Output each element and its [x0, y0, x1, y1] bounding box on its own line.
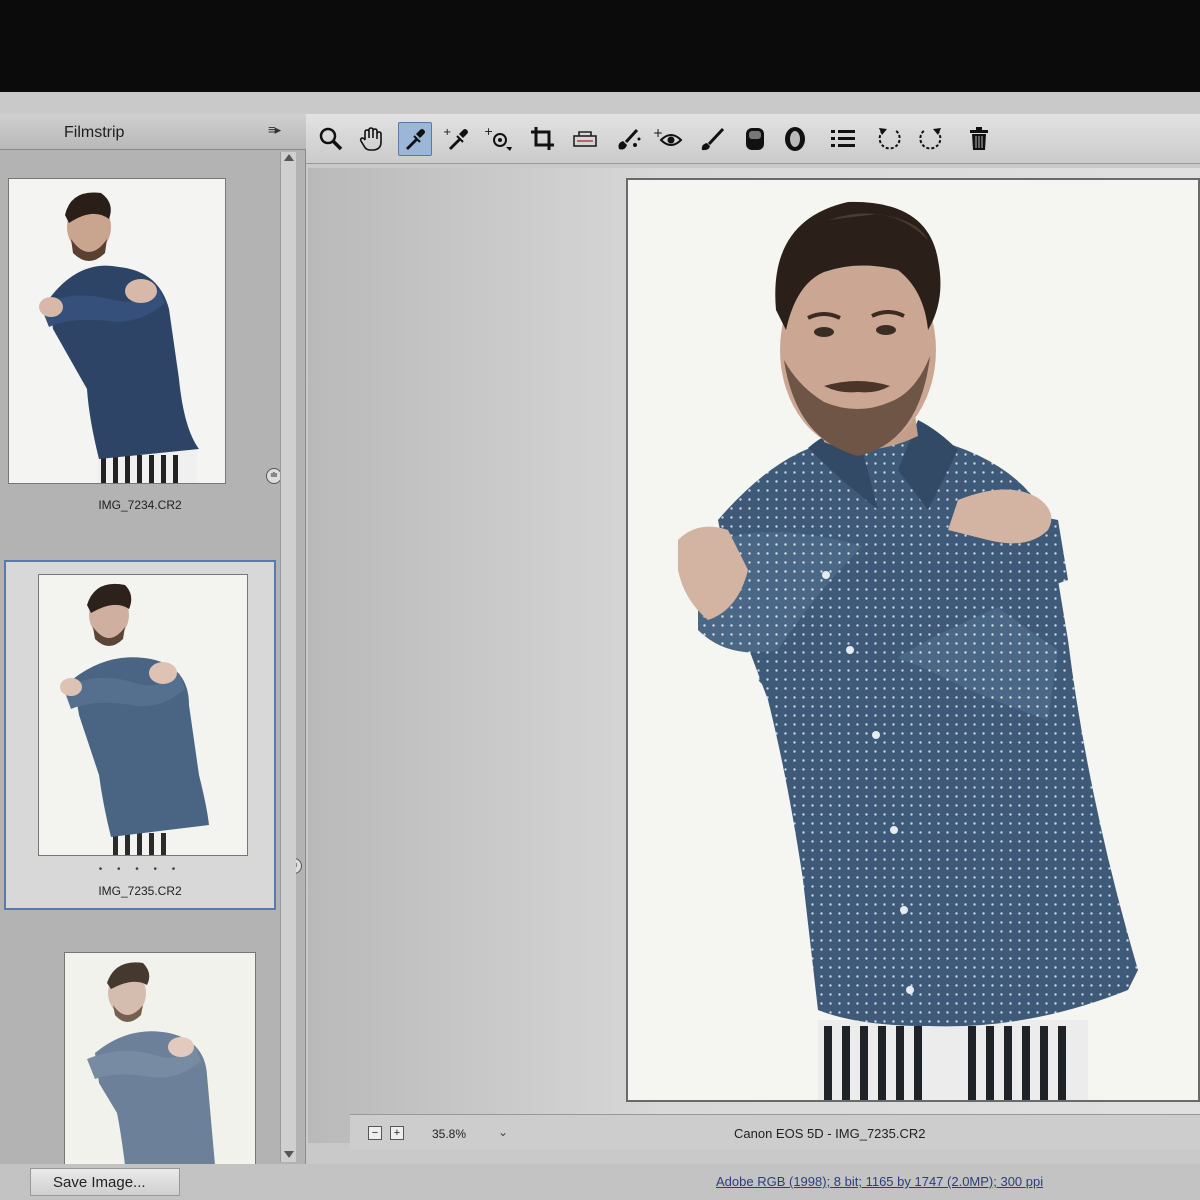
camera-raw-window: Filmstrip ≡▸ ≐ IMG_7234.CR2 • • • • • IM… [0, 92, 1200, 1200]
color-sampler-icon[interactable]: + [440, 122, 474, 156]
crop-icon[interactable] [526, 122, 560, 156]
save-image-button[interactable]: Save Image... [30, 1168, 180, 1196]
targeted-adjustment-icon[interactable]: + [482, 122, 516, 156]
menu-lines-icon[interactable]: ≡▸ [268, 122, 281, 138]
spot-removal-icon[interactable] [612, 122, 646, 156]
filmstrip-item[interactable] [4, 930, 276, 1164]
zoom-icon[interactable] [314, 122, 348, 156]
straighten-icon[interactable] [568, 122, 602, 156]
adjustment-brush-icon[interactable] [696, 122, 730, 156]
rotate-left-icon[interactable] [872, 122, 906, 156]
bottom-bar: Save Image... Adobe RGB (1998); 8 bit; 1… [0, 1164, 1200, 1200]
preview-status-bar: − + 35.8% ⌄ Canon EOS 5D - IMG_7235.CR2 [350, 1114, 1200, 1150]
filmstrip-title: Filmstrip [64, 124, 125, 141]
thumbnail-image [8, 178, 226, 484]
white-balance-icon[interactable] [398, 122, 432, 156]
main-photo [626, 178, 1200, 1102]
red-eye-icon[interactable]: + [652, 122, 686, 156]
zoom-in-button[interactable]: + [390, 1126, 404, 1140]
svg-text:+: + [443, 127, 451, 138]
trash-icon[interactable] [962, 122, 996, 156]
thumbnail-filename: IMG_7235.CR2 [98, 884, 182, 898]
filmstrip-item[interactable]: • • • • • ≐ IMG_7235.CR2 [4, 560, 302, 910]
rating-stars[interactable]: • • • • • [6, 864, 274, 875]
filmstrip-scrollbar[interactable] [280, 152, 296, 1162]
svg-text:+: + [484, 125, 493, 138]
thumbnail-filename: IMG_7234.CR2 [98, 498, 182, 512]
svg-text:+: + [653, 126, 663, 140]
rotate-right-icon[interactable] [914, 122, 948, 156]
filmstrip-panel: Filmstrip ≡▸ ≐ IMG_7234.CR2 • • • • • IM… [0, 114, 306, 1164]
hand-icon[interactable] [354, 122, 388, 156]
preferences-icon[interactable] [826, 122, 860, 156]
tool-bar: + + + [306, 114, 1200, 164]
scroll-down-icon[interactable] [284, 1151, 294, 1158]
scroll-up-icon[interactable] [284, 154, 294, 161]
monitor-bezel [0, 0, 1200, 100]
thumbnail-image [38, 574, 248, 856]
filmstrip-item[interactable]: ≐ IMG_7234.CR2 [4, 158, 282, 518]
chevron-down-icon[interactable]: ⌄ [498, 1125, 508, 1139]
filmstrip-header: Filmstrip ≡▸ [0, 114, 306, 150]
preview-title: Canon EOS 5D - IMG_7235.CR2 [734, 1126, 926, 1141]
graduated-filter-icon[interactable] [738, 122, 772, 156]
workflow-options-link[interactable]: Adobe RGB (1998); 8 bit; 1165 by 1747 (2… [716, 1174, 1043, 1189]
zoom-level[interactable]: 35.8% [432, 1127, 466, 1141]
radial-filter-icon[interactable] [778, 122, 812, 156]
zoom-out-button[interactable]: − [368, 1126, 382, 1140]
image-preview-area[interactable] [308, 168, 1200, 1143]
thumbnail-image [64, 952, 256, 1164]
